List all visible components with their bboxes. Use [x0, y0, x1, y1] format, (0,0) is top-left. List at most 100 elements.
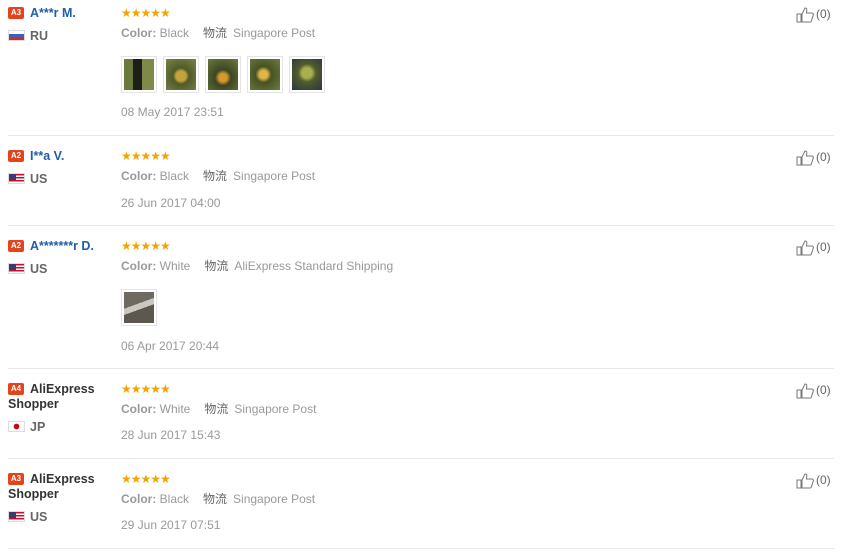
shipping-value: Singapore Post	[233, 26, 316, 40]
shipping-label: 物流	[204, 259, 229, 273]
russia-flag-icon	[8, 30, 25, 42]
color-label: Color:	[121, 492, 157, 506]
review-date: 08 May 2017 23:51	[121, 105, 224, 119]
reviewer-info: A2 A*******r D. US	[8, 239, 113, 276]
reviewer-country: RU	[8, 29, 113, 43]
review-photos	[121, 289, 393, 326]
likes-count: (0)	[816, 383, 831, 397]
us-flag-icon	[8, 263, 25, 275]
reviewer-name-line: A3 AliExpress Shopper	[8, 472, 113, 502]
review-photo[interactable]	[121, 56, 157, 93]
review-photos	[121, 56, 325, 93]
stars-icon: ★★★★★	[121, 6, 171, 20]
review-photo[interactable]	[163, 56, 199, 93]
thumbs-up-icon	[796, 383, 814, 399]
helpful-button[interactable]: (0)	[796, 149, 831, 166]
review-photo[interactable]	[247, 56, 283, 93]
reviewer-info: A2 I**a V. US	[8, 149, 113, 186]
review-date: 28 Jun 2017 15:43	[121, 428, 221, 442]
shipping-value: AliExpress Standard Shipping	[234, 259, 394, 273]
reviewer-name-line: A2 A*******r D.	[8, 239, 113, 254]
country-code: US	[30, 262, 48, 276]
stars-icon: ★★★★★	[121, 149, 171, 163]
reviewer-name[interactable]: I**a V.	[30, 149, 64, 163]
reviewer-country: JP	[8, 420, 113, 434]
helpful-button[interactable]: (0)	[796, 472, 831, 489]
color-label: Color:	[121, 26, 157, 40]
reviewer-name-line: A3 A***r M.	[8, 6, 113, 21]
review-divider	[8, 548, 834, 549]
buyer-level-badge: A2	[8, 239, 24, 252]
buyer-level-badge: A3	[8, 472, 24, 485]
helpful-button[interactable]: (0)	[796, 382, 831, 399]
order-attributes: Color: Black 物流 Singapore Post	[121, 26, 325, 40]
review-divider	[8, 368, 834, 369]
color-value: White	[159, 402, 191, 416]
shipping-value: Singapore Post	[233, 169, 316, 183]
color-value: Black	[159, 26, 190, 40]
review-photo[interactable]	[205, 56, 241, 93]
country-code: JP	[30, 420, 46, 434]
review-divider	[8, 458, 834, 459]
shipping-label: 物流	[203, 26, 228, 40]
color-value: Black	[159, 169, 190, 183]
stars-icon: ★★★★★	[121, 382, 171, 396]
country-code: RU	[30, 29, 49, 43]
order-attributes: Color: Black 物流 Singapore Post	[121, 169, 315, 183]
star-rating: ★★★★★	[121, 6, 325, 20]
japan-flag-icon	[8, 421, 25, 433]
buyer-level-badge: A3	[8, 6, 24, 19]
review-content: ★★★★★ Color: Black 物流 Singapore Post 29 Ju…	[121, 472, 315, 532]
reviewer-info: A3 AliExpress Shopper US	[8, 472, 113, 524]
review-content: ★★★★★ Color: White 物流 AliExpress Standard …	[121, 239, 393, 353]
likes-count: (0)	[816, 150, 831, 164]
review-date: 26 Jun 2017 04:00	[121, 196, 221, 210]
reviewer-country: US	[8, 510, 113, 524]
order-attributes: Color: White 物流 Singapore Post	[121, 402, 316, 416]
thumbs-up-icon	[796, 473, 814, 489]
buyer-level-badge: A4	[8, 382, 24, 395]
shipping-value: Singapore Post	[234, 402, 317, 416]
us-flag-icon	[8, 511, 25, 523]
likes-count: (0)	[816, 240, 831, 254]
reviewer-country: US	[8, 262, 113, 276]
order-attributes: Color: Black 物流 Singapore Post	[121, 492, 315, 506]
shipping-label: 物流	[203, 492, 228, 506]
helpful-button[interactable]: (0)	[796, 239, 831, 256]
review-date: 06 Apr 2017 20:44	[121, 339, 220, 353]
country-code: US	[30, 172, 48, 186]
review-content: ★★★★★ Color: Black 物流 Singapore Post 08 Ma…	[121, 6, 325, 119]
color-value: Black	[159, 492, 190, 506]
star-rating: ★★★★★	[121, 472, 315, 486]
country-code: US	[30, 510, 48, 524]
review-photo[interactable]	[289, 56, 325, 93]
thumbs-up-icon	[796, 240, 814, 256]
shipping-label: 物流	[204, 402, 229, 416]
likes-count: (0)	[816, 7, 831, 21]
shipping-label: 物流	[203, 169, 228, 183]
helpful-button[interactable]: (0)	[796, 6, 831, 23]
star-rating: ★★★★★	[121, 149, 315, 163]
review-divider	[8, 135, 834, 136]
review-photo[interactable]	[121, 289, 157, 326]
review-content: ★★★★★ Color: Black 物流 Singapore Post 26 Ju…	[121, 149, 315, 210]
color-label: Color:	[121, 402, 157, 416]
reviewer-info: A4 AliExpress Shopper JP	[8, 382, 113, 434]
reviewer-country: US	[8, 172, 113, 186]
color-value: White	[159, 259, 191, 273]
color-label: Color:	[121, 169, 157, 183]
reviewer-info: A3 A***r M. RU	[8, 6, 113, 43]
review-content: ★★★★★ Color: White 物流 Singapore Post 28 Ju…	[121, 382, 316, 442]
star-rating: ★★★★★	[121, 239, 393, 253]
reviewer-name-line: A2 I**a V.	[8, 149, 113, 164]
color-label: Color:	[121, 259, 157, 273]
stars-icon: ★★★★★	[121, 239, 171, 253]
review-divider	[8, 225, 834, 226]
stars-icon: ★★★★★	[121, 472, 171, 486]
reviewer-name[interactable]: A***r M.	[30, 6, 76, 20]
star-rating: ★★★★★	[121, 382, 316, 396]
buyer-level-badge: A2	[8, 149, 24, 162]
us-flag-icon	[8, 173, 25, 185]
thumbs-up-icon	[796, 150, 814, 166]
reviewer-name[interactable]: A*******r D.	[30, 239, 94, 253]
